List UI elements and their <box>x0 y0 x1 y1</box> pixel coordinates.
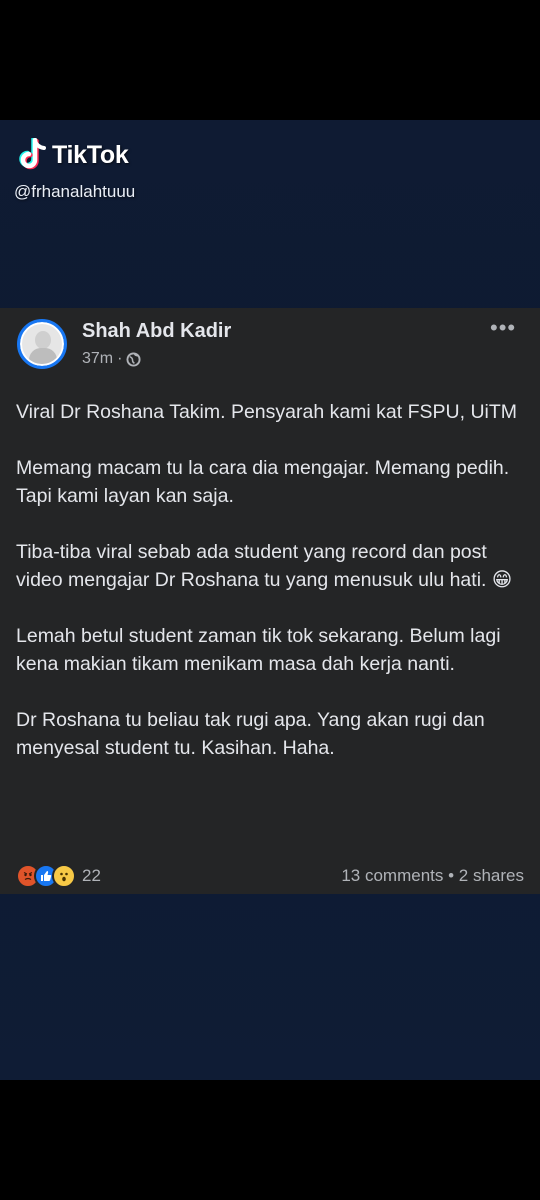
post-paragraph: Lemah betul student zaman tik tok sekara… <box>16 625 501 675</box>
globe-icon[interactable] <box>126 351 141 367</box>
reactions-summary[interactable]: 22 <box>16 864 101 888</box>
post-timestamp[interactable]: 37m <box>82 350 113 368</box>
post-meta: 37m · <box>82 350 141 368</box>
counts-separator: • <box>448 866 455 885</box>
meta-separator: · <box>117 350 123 367</box>
post-paragraph: Tiba-tiba viral sebab ada student yang r… <box>16 541 513 591</box>
tiktok-note-icon <box>19 138 46 170</box>
bottom-letterbox <box>0 1080 540 1200</box>
tiktok-watermark: TikTok <box>18 138 129 172</box>
top-letterbox <box>0 0 540 120</box>
reaction-count: 22 <box>82 866 101 885</box>
post-author-name[interactable]: Shah Abd Kadir <box>82 320 231 343</box>
comments-count-link[interactable]: 13 comments <box>341 866 443 885</box>
post-paragraph: Memang macam tu la cara dia mengajar. Me… <box>16 457 510 507</box>
tiktok-brand-name: TikTok <box>52 140 129 169</box>
shares-count-link[interactable]: 2 shares <box>459 866 524 885</box>
tiktok-username: @frhanalahtuuu <box>14 182 136 201</box>
post-paragraph: Dr Roshana tu beliau tak rugi apa. Yang … <box>16 709 485 759</box>
more-options-icon[interactable]: ••• <box>490 317 516 339</box>
engagement-counts: 13 comments • 2 shares <box>341 866 524 886</box>
avatar-image <box>20 322 64 366</box>
post-paragraph: Viral Dr Roshana Takim. Pensyarah kami k… <box>16 401 518 423</box>
post-body: Viral Dr Roshana Takim. Pensyarah kami k… <box>16 398 528 762</box>
wow-reaction-icon <box>52 864 76 888</box>
avatar[interactable] <box>17 319 67 369</box>
